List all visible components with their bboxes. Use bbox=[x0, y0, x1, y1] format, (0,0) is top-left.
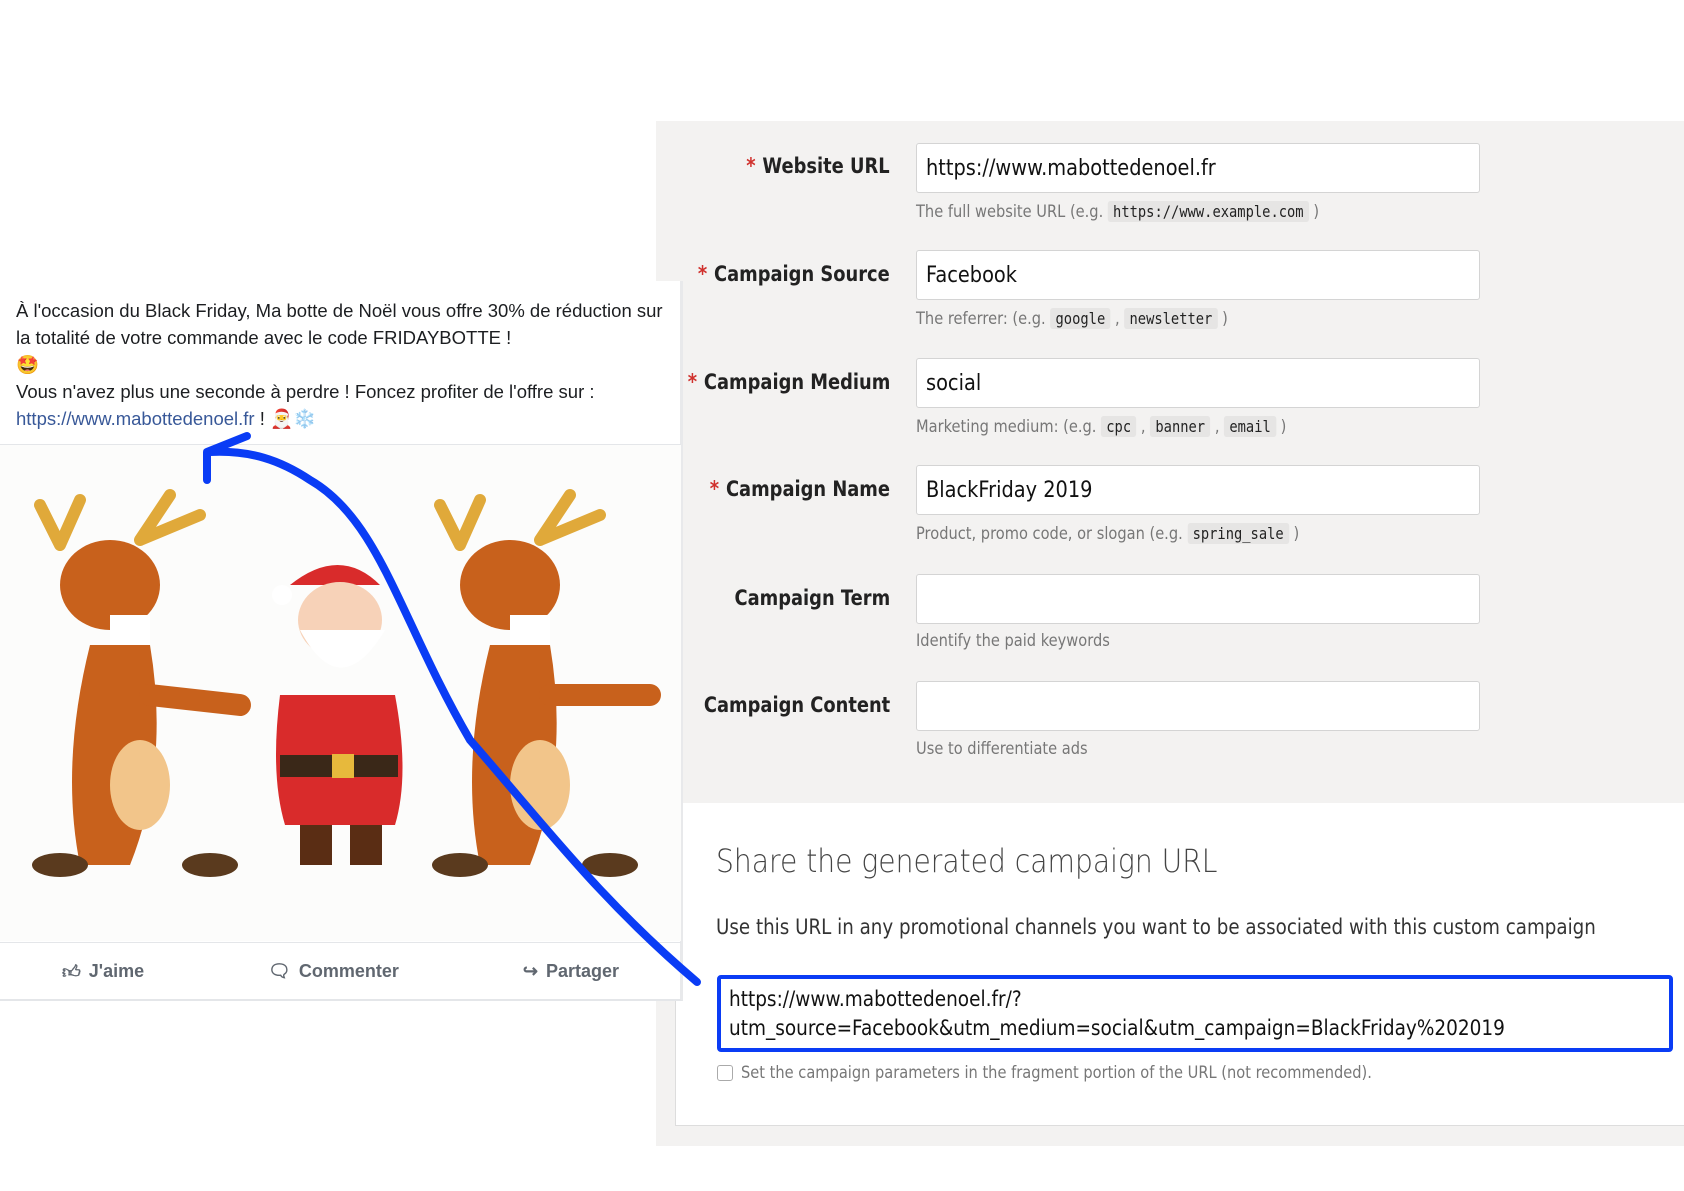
arrow-head-icon bbox=[203, 432, 251, 484]
annotation-arrow bbox=[203, 432, 701, 986]
